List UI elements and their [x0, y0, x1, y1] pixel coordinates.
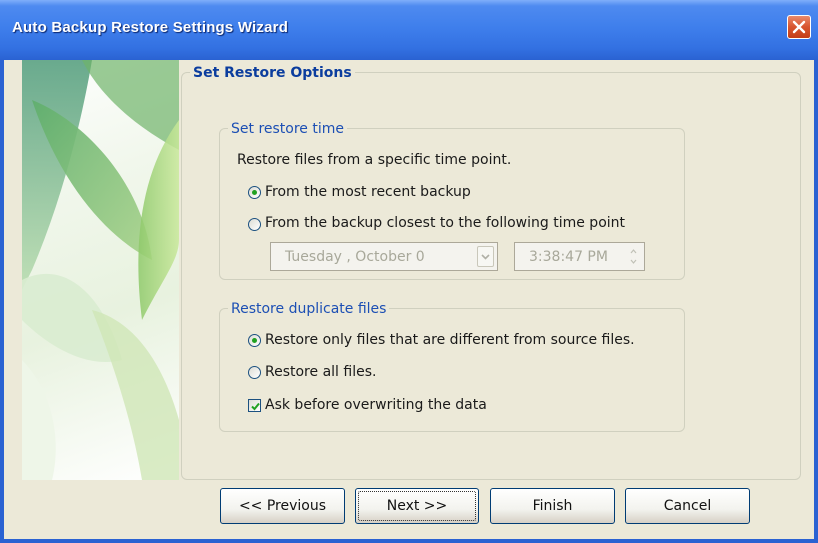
label-closest-backup[interactable]: From the backup closest to the following… [265, 215, 625, 231]
time-picker[interactable]: 3:38:47 PM [514, 242, 645, 271]
group-title-set-restore-time: Set restore time [228, 120, 347, 138]
wizard-window: Auto Backup Restore Settings Wizard Set … [0, 0, 818, 543]
dropdown-arrow-icon [478, 254, 493, 270]
window-frame-right [814, 60, 818, 543]
title-bar[interactable]: Auto Backup Restore Settings Wizard [0, 0, 818, 60]
time-picker-value: 3:38:47 PM [529, 249, 608, 265]
window-title: Auto Backup Restore Settings Wizard [12, 19, 289, 36]
finish-button[interactable]: Finish [490, 488, 615, 524]
radio-most-recent-backup[interactable] [248, 186, 261, 199]
restore-time-description: Restore files from a specific time point… [237, 152, 512, 168]
previous-button[interactable]: << Previous [220, 488, 345, 524]
cancel-button[interactable]: Cancel [625, 488, 750, 524]
label-most-recent-backup[interactable]: From the most recent backup [265, 184, 471, 200]
window-frame-left [0, 60, 4, 543]
date-picker[interactable]: Tuesday , October 0 [270, 242, 498, 271]
radio-restore-all-files[interactable] [248, 366, 261, 379]
close-button[interactable] [787, 15, 811, 39]
window-frame-bottom [0, 539, 818, 543]
next-button[interactable]: Next >> [355, 488, 479, 524]
group-title-set-restore-options: Set Restore Options [190, 64, 355, 82]
label-restore-all-files[interactable]: Restore all files. [265, 364, 376, 380]
date-picker-value: Tuesday , October 0 [285, 249, 425, 265]
group-title-restore-duplicate-files: Restore duplicate files [228, 300, 390, 318]
radio-restore-different-only[interactable] [248, 334, 261, 347]
label-ask-before-overwrite[interactable]: Ask before overwriting the data [265, 397, 487, 413]
date-dropdown-button[interactable] [477, 246, 494, 267]
time-spinner[interactable] [626, 246, 641, 267]
checkbox-ask-before-overwrite[interactable] [248, 399, 261, 412]
decorative-leaf-image [22, 60, 179, 480]
radio-closest-backup[interactable] [248, 218, 261, 231]
label-restore-different-only[interactable]: Restore only files that are different fr… [265, 332, 635, 348]
